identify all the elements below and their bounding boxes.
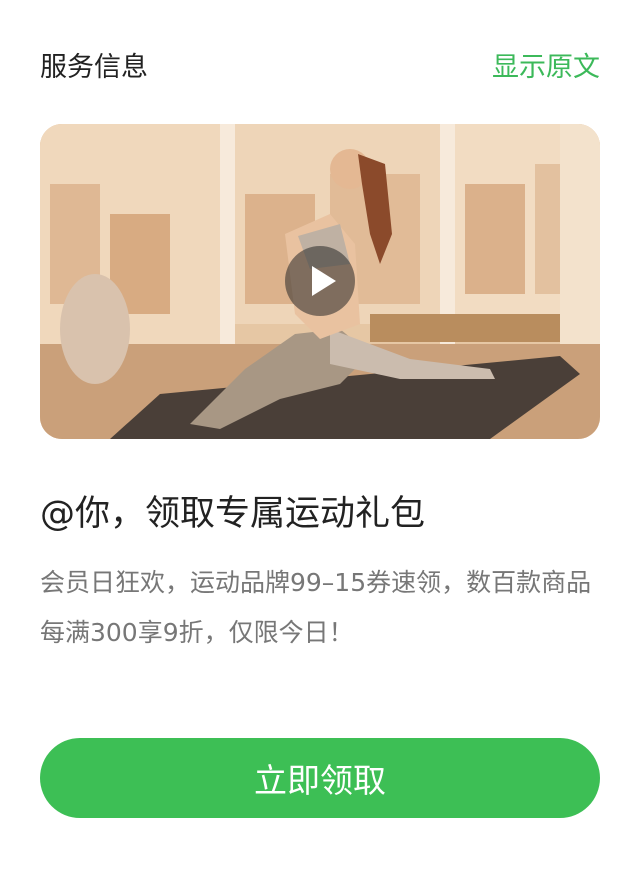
video-thumbnail[interactable] [40,124,600,439]
play-button[interactable] [285,246,355,316]
card-header: 服务信息 显示原文 [40,44,600,84]
message-headline: @你，领取专属运动礼包 [40,494,426,534]
message-description: 会员日狂欢，运动品牌99–15券速领，数百款商品每满300享9折，仅限今日！ [40,568,592,647]
show-original-link[interactable]: 显示原文 [492,45,600,84]
claim-now-button[interactable]: 立即领取 [40,738,600,818]
header-title: 服务信息 [40,51,148,83]
play-icon [312,266,336,296]
service-message-card: 服务信息 显示原文 @你，领取专属运动礼包 会员日狂欢，运动品牌99–15券速领… [0,0,640,880]
